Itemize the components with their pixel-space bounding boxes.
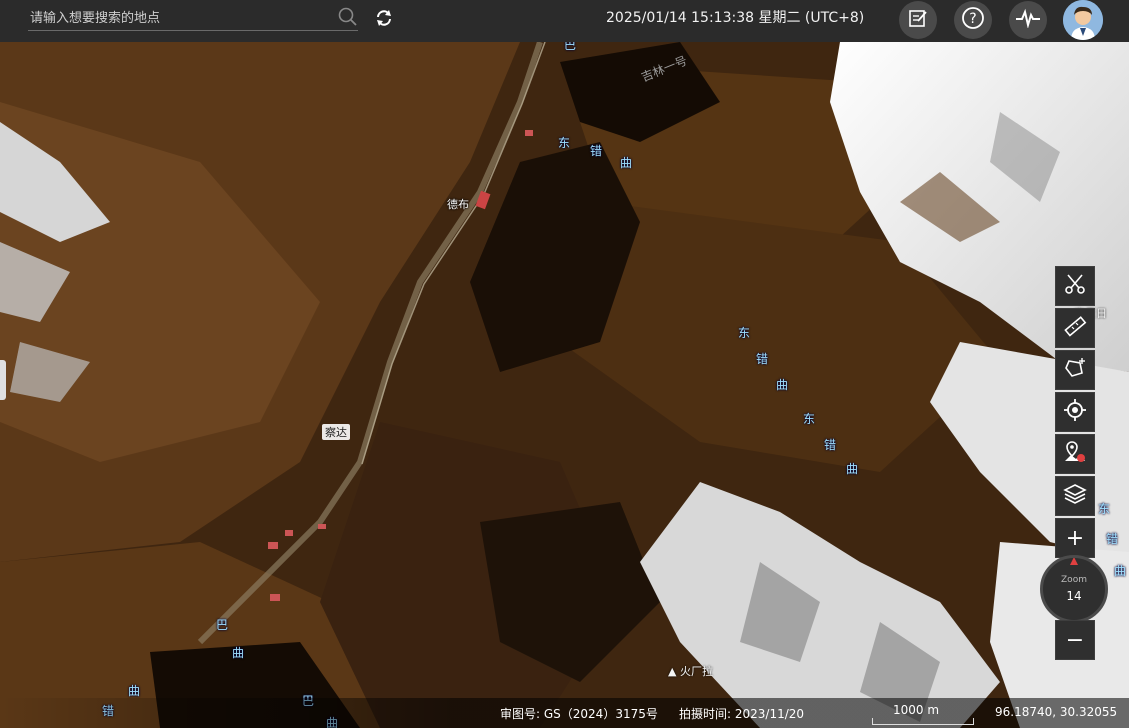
side-panel-toggle[interactable] xyxy=(0,360,6,400)
locate-icon xyxy=(1063,398,1087,426)
measure-distance-button[interactable] xyxy=(1055,308,1095,348)
locate-button[interactable] xyxy=(1055,392,1095,432)
search-box xyxy=(28,4,358,31)
marker-icon xyxy=(1063,440,1087,468)
search-icon[interactable] xyxy=(338,7,358,27)
zoom-label: Zoom xyxy=(1061,575,1087,585)
road-label-char: 曲 xyxy=(1114,564,1127,578)
road-label-char: 东 xyxy=(803,412,816,426)
peak-icon: ▲ xyxy=(668,665,677,678)
road-label-char: 曲 xyxy=(128,684,141,698)
road-label-char: 巴 xyxy=(216,618,229,632)
help-button[interactable]: ? xyxy=(954,1,992,39)
road-label-char: 曲 xyxy=(846,462,859,476)
road-label-char: 曲 xyxy=(776,378,789,392)
measure-area-button[interactable] xyxy=(1055,350,1095,390)
search-input[interactable] xyxy=(28,6,332,30)
place-label-debu[interactable]: 德布 xyxy=(447,196,469,212)
coordinates: 96.18740, 30.32055 xyxy=(995,705,1118,719)
layers-button[interactable] xyxy=(1055,476,1095,516)
road-label-char: 东 xyxy=(558,136,571,150)
road-label-char: 曲 xyxy=(232,646,245,660)
scale-bar xyxy=(872,718,974,725)
polygon-icon xyxy=(1063,356,1087,384)
road-label-char: 错 xyxy=(824,438,837,452)
pulse-icon xyxy=(1015,8,1041,32)
zoom-in-button[interactable]: + xyxy=(1055,518,1095,558)
road-label-char: 错 xyxy=(1106,532,1119,546)
approval-number: 审图号: GS（2024）3175号 xyxy=(500,707,658,721)
help-icon: ? xyxy=(961,6,985,34)
cut-tool-button[interactable] xyxy=(1055,266,1095,306)
datetime: 2025/01/14 15:13:38 星期二 (UTC+8) xyxy=(606,10,865,26)
svg-text:?: ? xyxy=(969,11,976,27)
edit-button[interactable] xyxy=(899,1,937,39)
marker-button[interactable] xyxy=(1055,434,1095,474)
scale-label: 1000 m xyxy=(893,703,940,717)
refresh-icon[interactable] xyxy=(374,8,394,28)
top-bar: 2025/01/14 15:13:38 星期二 (UTC+8) ? xyxy=(0,0,1129,42)
compass-zoom-indicator[interactable]: Zoom 14 xyxy=(1040,555,1108,623)
cut-icon xyxy=(1063,272,1087,300)
road-label-char: 曲 xyxy=(620,156,633,170)
place-label-chada[interactable]: 察达 xyxy=(322,424,350,440)
road-label-char: 巴 xyxy=(564,42,577,52)
satellite-map[interactable]: 吉林一号 德布 察达 ▲ 察贡日 ▲ 火厂拉 东 错 曲 东 错 曲 东 错 曲… xyxy=(0,42,1129,728)
road-label-char: 东 xyxy=(1098,502,1111,516)
peak-label-huochangla[interactable]: ▲ 火厂拉 xyxy=(668,663,713,679)
ruler-icon xyxy=(1063,314,1087,342)
zoom-level: 14 xyxy=(1066,589,1082,603)
capture-date: 拍摄时间: 2023/11/20 xyxy=(679,707,805,721)
avatar[interactable] xyxy=(1063,0,1103,40)
zoom-out-button[interactable]: − xyxy=(1055,620,1095,660)
pulse-button[interactable] xyxy=(1009,1,1047,39)
road-label-char: 错 xyxy=(590,144,603,158)
road-label-char: 东 xyxy=(738,326,751,340)
road-label-char: 错 xyxy=(756,352,769,366)
layers-icon xyxy=(1063,482,1087,510)
edit-icon xyxy=(907,7,929,33)
